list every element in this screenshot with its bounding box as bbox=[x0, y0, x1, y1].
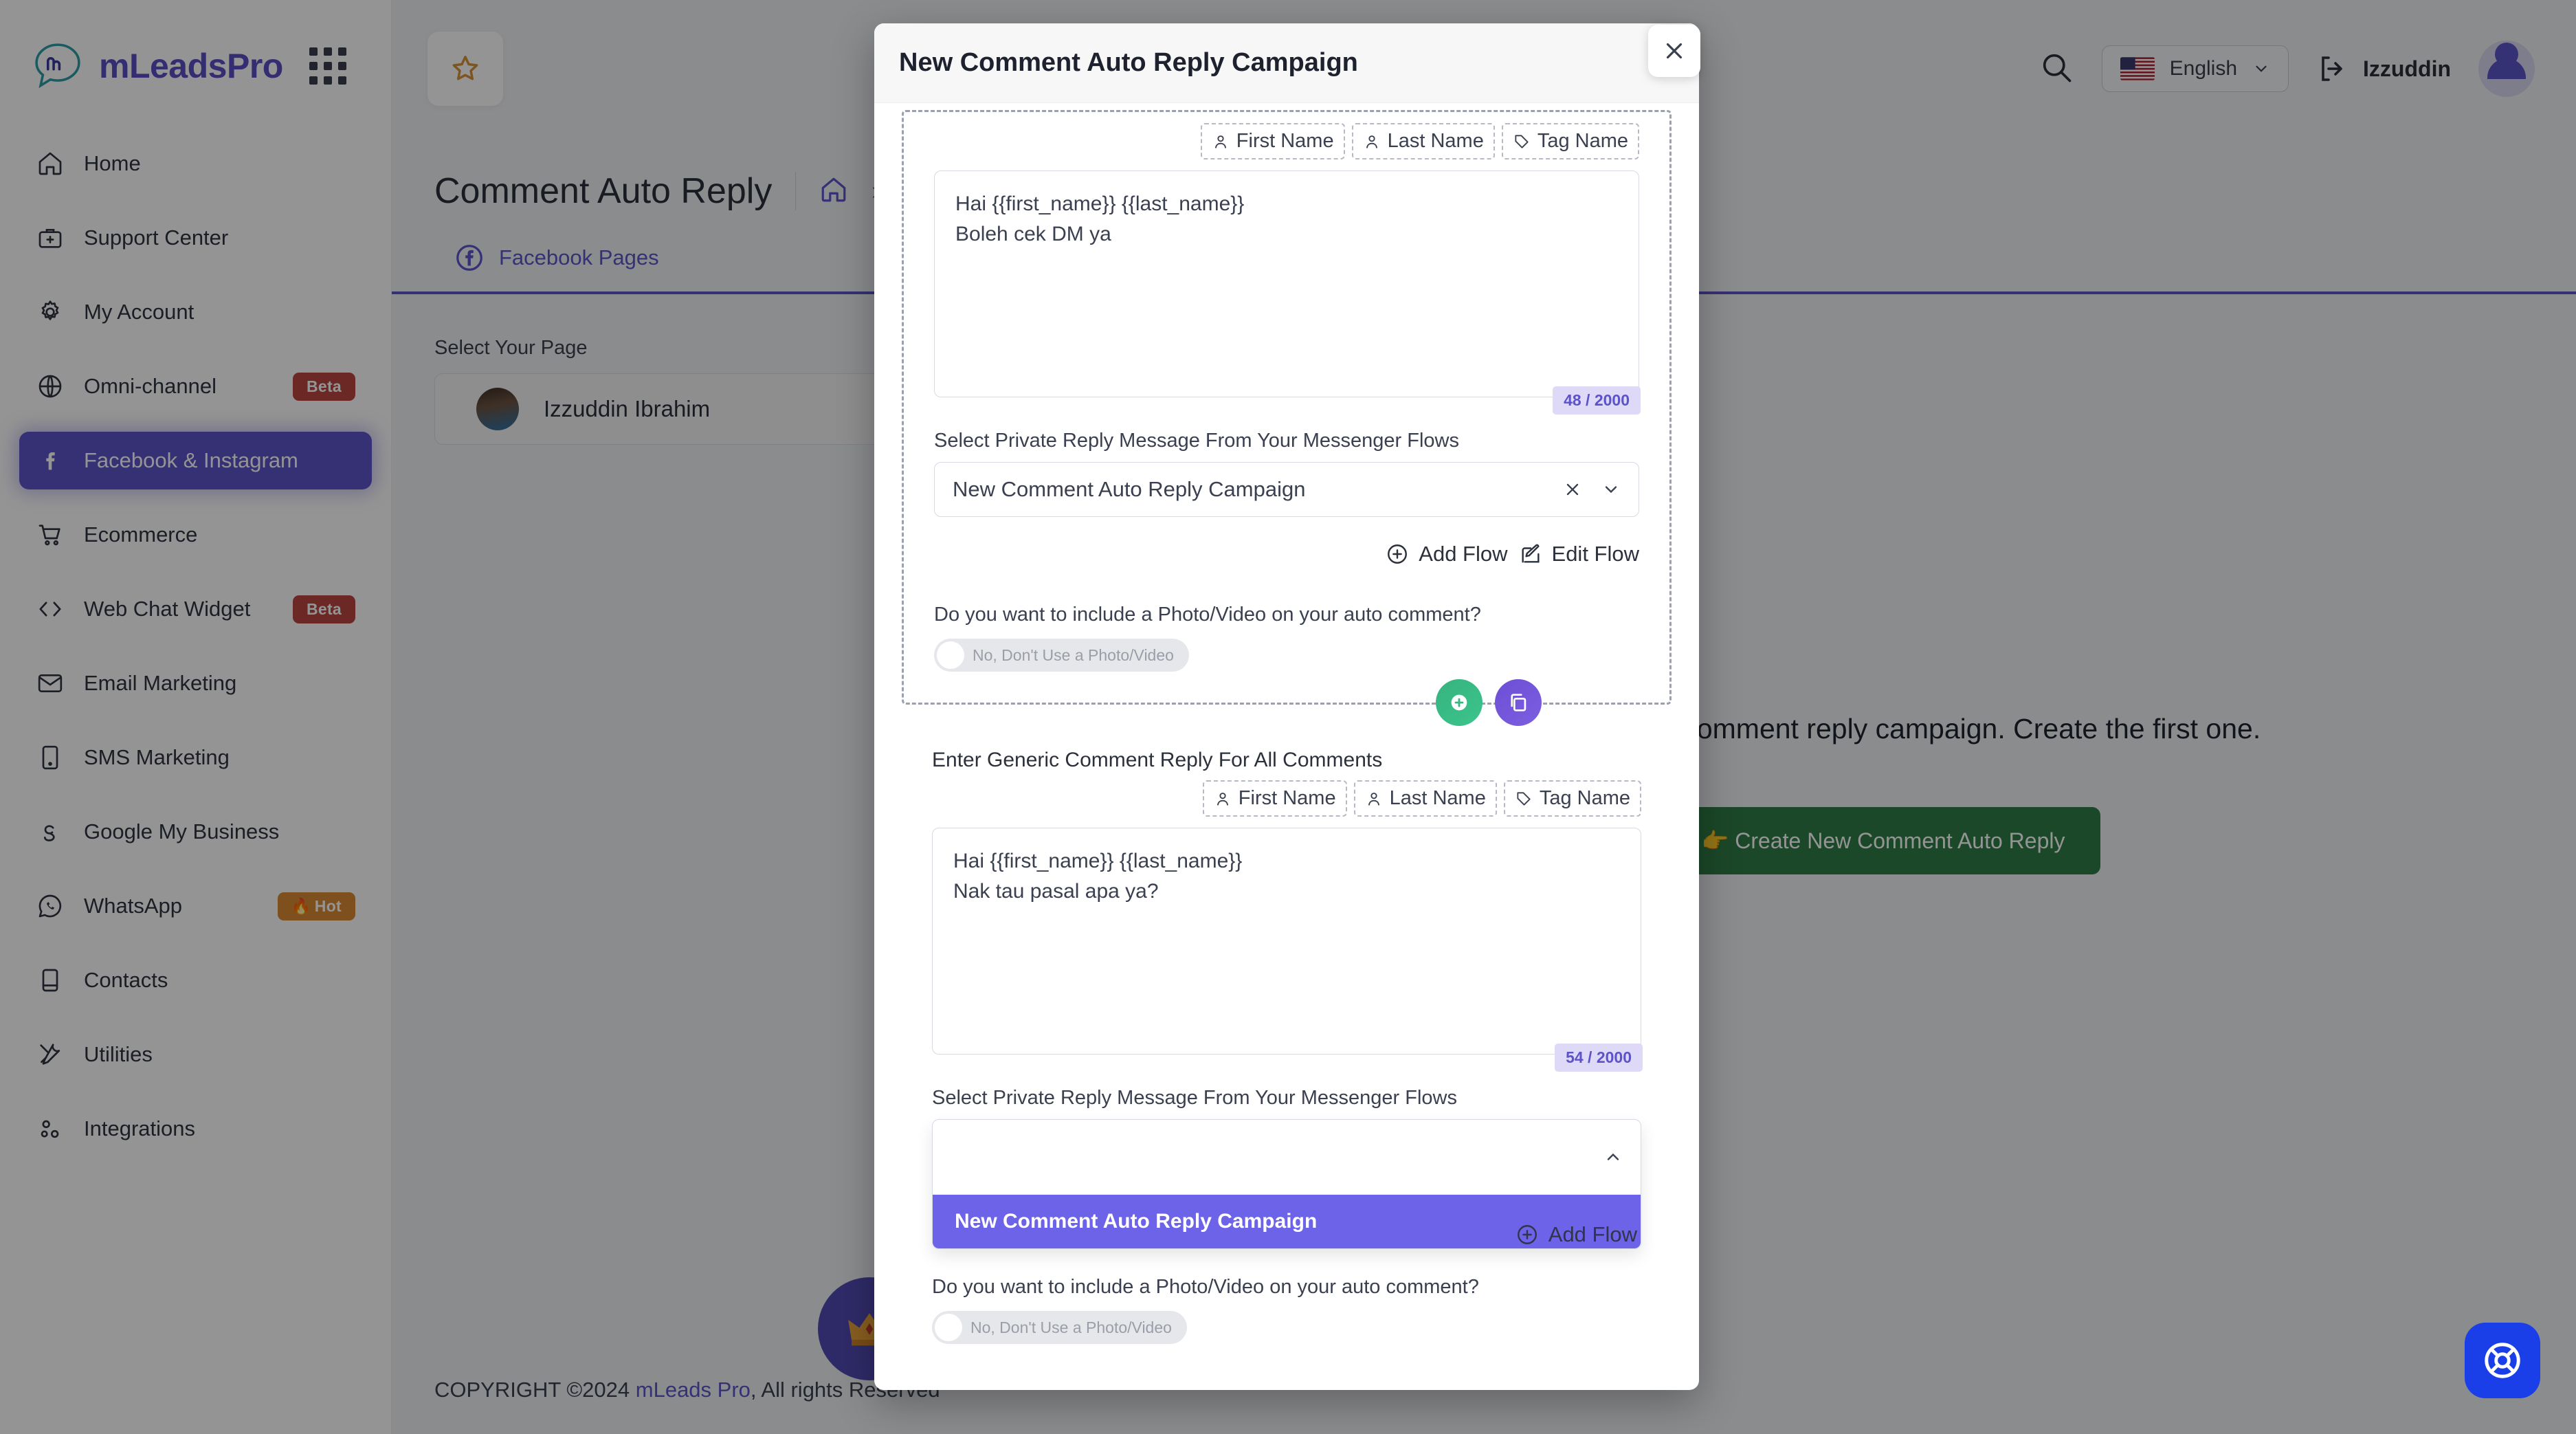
modal-header: New Comment Auto Reply Campaign bbox=[874, 23, 1699, 103]
token-row-2: First Name Last Name Tag Name bbox=[932, 780, 1641, 817]
token-label: Tag Name bbox=[1539, 787, 1630, 809]
new-campaign-modal: New Comment Auto Reply Campaign First Na… bbox=[874, 23, 1699, 1390]
photo-video-question: Do you want to include a Photo/Video on … bbox=[934, 604, 1481, 626]
token-first-name[interactable]: First Name bbox=[1200, 123, 1345, 159]
person-icon bbox=[1366, 135, 1377, 148]
tag-icon bbox=[1517, 791, 1531, 806]
duplicate-rule-button[interactable] bbox=[1495, 679, 1542, 726]
close-icon bbox=[1666, 43, 1683, 59]
support-help-button[interactable] bbox=[2465, 1323, 2540, 1398]
flow-actions: Add Flow Edit Flow bbox=[934, 542, 1639, 566]
flow-select-label: Select Private Reply Message From Your M… bbox=[934, 430, 1459, 452]
add-flow-label-2: Add Flow bbox=[1548, 1222, 1637, 1246]
photo-video-toggle[interactable]: No, Don't Use a Photo/Video bbox=[934, 639, 1189, 672]
messenger-flow-select-2[interactable] bbox=[933, 1120, 1641, 1194]
token-first-name[interactable]: First Name bbox=[1202, 780, 1347, 817]
generic-reply-section: Enter Generic Comment Reply For All Comm… bbox=[874, 749, 1699, 1345]
comment-rule-block: First Name Last Name Tag Name 48 / 2000 bbox=[902, 110, 1672, 726]
edit-flow-button[interactable]: Edit Flow bbox=[1519, 542, 1639, 566]
tag-icon bbox=[1515, 134, 1529, 148]
token-label: First Name bbox=[1238, 787, 1336, 809]
token-label: First Name bbox=[1236, 130, 1334, 152]
token-label: Last Name bbox=[1387, 130, 1484, 152]
token-label: Tag Name bbox=[1537, 130, 1628, 152]
char-counter: 48 / 2000 bbox=[1553, 386, 1641, 415]
chevron-up-icon[interactable] bbox=[1603, 1147, 1623, 1167]
toggle-knob bbox=[937, 641, 964, 669]
plus-icon bbox=[1451, 694, 1467, 711]
edit-flow-label: Edit Flow bbox=[1551, 542, 1639, 566]
messenger-flow-select[interactable]: New Comment Auto Reply Campaign bbox=[934, 462, 1639, 517]
token-tag-name[interactable]: Tag Name bbox=[1501, 123, 1639, 159]
add-rule-button[interactable] bbox=[1436, 679, 1483, 726]
person-icon bbox=[1214, 135, 1226, 148]
flow-select-label-2: Select Private Reply Message From Your M… bbox=[932, 1087, 1457, 1109]
modal-title: New Comment Auto Reply Campaign bbox=[899, 48, 1358, 77]
comment-reply-textarea[interactable] bbox=[934, 170, 1639, 397]
plus-circle-icon bbox=[1517, 1225, 1537, 1244]
add-flow-button-2[interactable]: Add Flow bbox=[1515, 1222, 1637, 1247]
token-last-name[interactable]: Last Name bbox=[1351, 123, 1495, 159]
comment-reply-textarea-wrap: 48 / 2000 bbox=[934, 170, 1641, 415]
token-last-name[interactable]: Last Name bbox=[1353, 780, 1497, 817]
token-label: Last Name bbox=[1389, 787, 1486, 809]
screen-root: mLeadsPro Home Support Center My Account Om… bbox=[0, 0, 2576, 1434]
generic-reply-textarea[interactable] bbox=[932, 828, 1641, 1055]
toggle-label: No, Don't Use a Photo/Video bbox=[970, 1318, 1172, 1336]
rule-round-buttons bbox=[1436, 679, 1542, 726]
chevron-down-icon[interactable] bbox=[1601, 480, 1621, 499]
lifebuoy-support-icon bbox=[2485, 1343, 2520, 1378]
pencil-square-icon bbox=[1521, 544, 1540, 563]
modal-body: First Name Last Name Tag Name 48 / 2000 bbox=[874, 103, 1699, 1390]
close-small-icon[interactable] bbox=[1563, 480, 1582, 499]
flow-select-2-wrap: New Comment Auto Reply Campaign Add Flow bbox=[932, 1119, 1641, 1264]
person-icon bbox=[1368, 792, 1379, 806]
photo-video-question-2: Do you want to include a Photo/Video on … bbox=[932, 1276, 1479, 1298]
token-tag-name[interactable]: Tag Name bbox=[1503, 780, 1641, 817]
photo-video-toggle-2[interactable]: No, Don't Use a Photo/Video bbox=[932, 1311, 1187, 1344]
generic-reply-textarea-wrap: 54 / 2000 bbox=[932, 828, 1643, 1072]
person-icon bbox=[1217, 792, 1228, 806]
plus-circle-icon bbox=[1388, 544, 1408, 564]
add-flow-button[interactable]: Add Flow bbox=[1386, 542, 1508, 566]
copy-icon bbox=[1511, 694, 1526, 712]
messenger-flow-value: New Comment Auto Reply Campaign bbox=[953, 477, 1306, 501]
generic-reply-heading: Enter Generic Comment Reply For All Comm… bbox=[932, 749, 1383, 771]
toggle-knob bbox=[935, 1314, 962, 1341]
char-counter: 54 / 2000 bbox=[1555, 1044, 1643, 1072]
toggle-label: No, Don't Use a Photo/Video bbox=[973, 646, 1174, 664]
close-modal-button[interactable] bbox=[1648, 25, 1700, 77]
add-flow-label: Add Flow bbox=[1419, 542, 1508, 566]
token-row-1: First Name Last Name Tag Name bbox=[934, 123, 1639, 159]
